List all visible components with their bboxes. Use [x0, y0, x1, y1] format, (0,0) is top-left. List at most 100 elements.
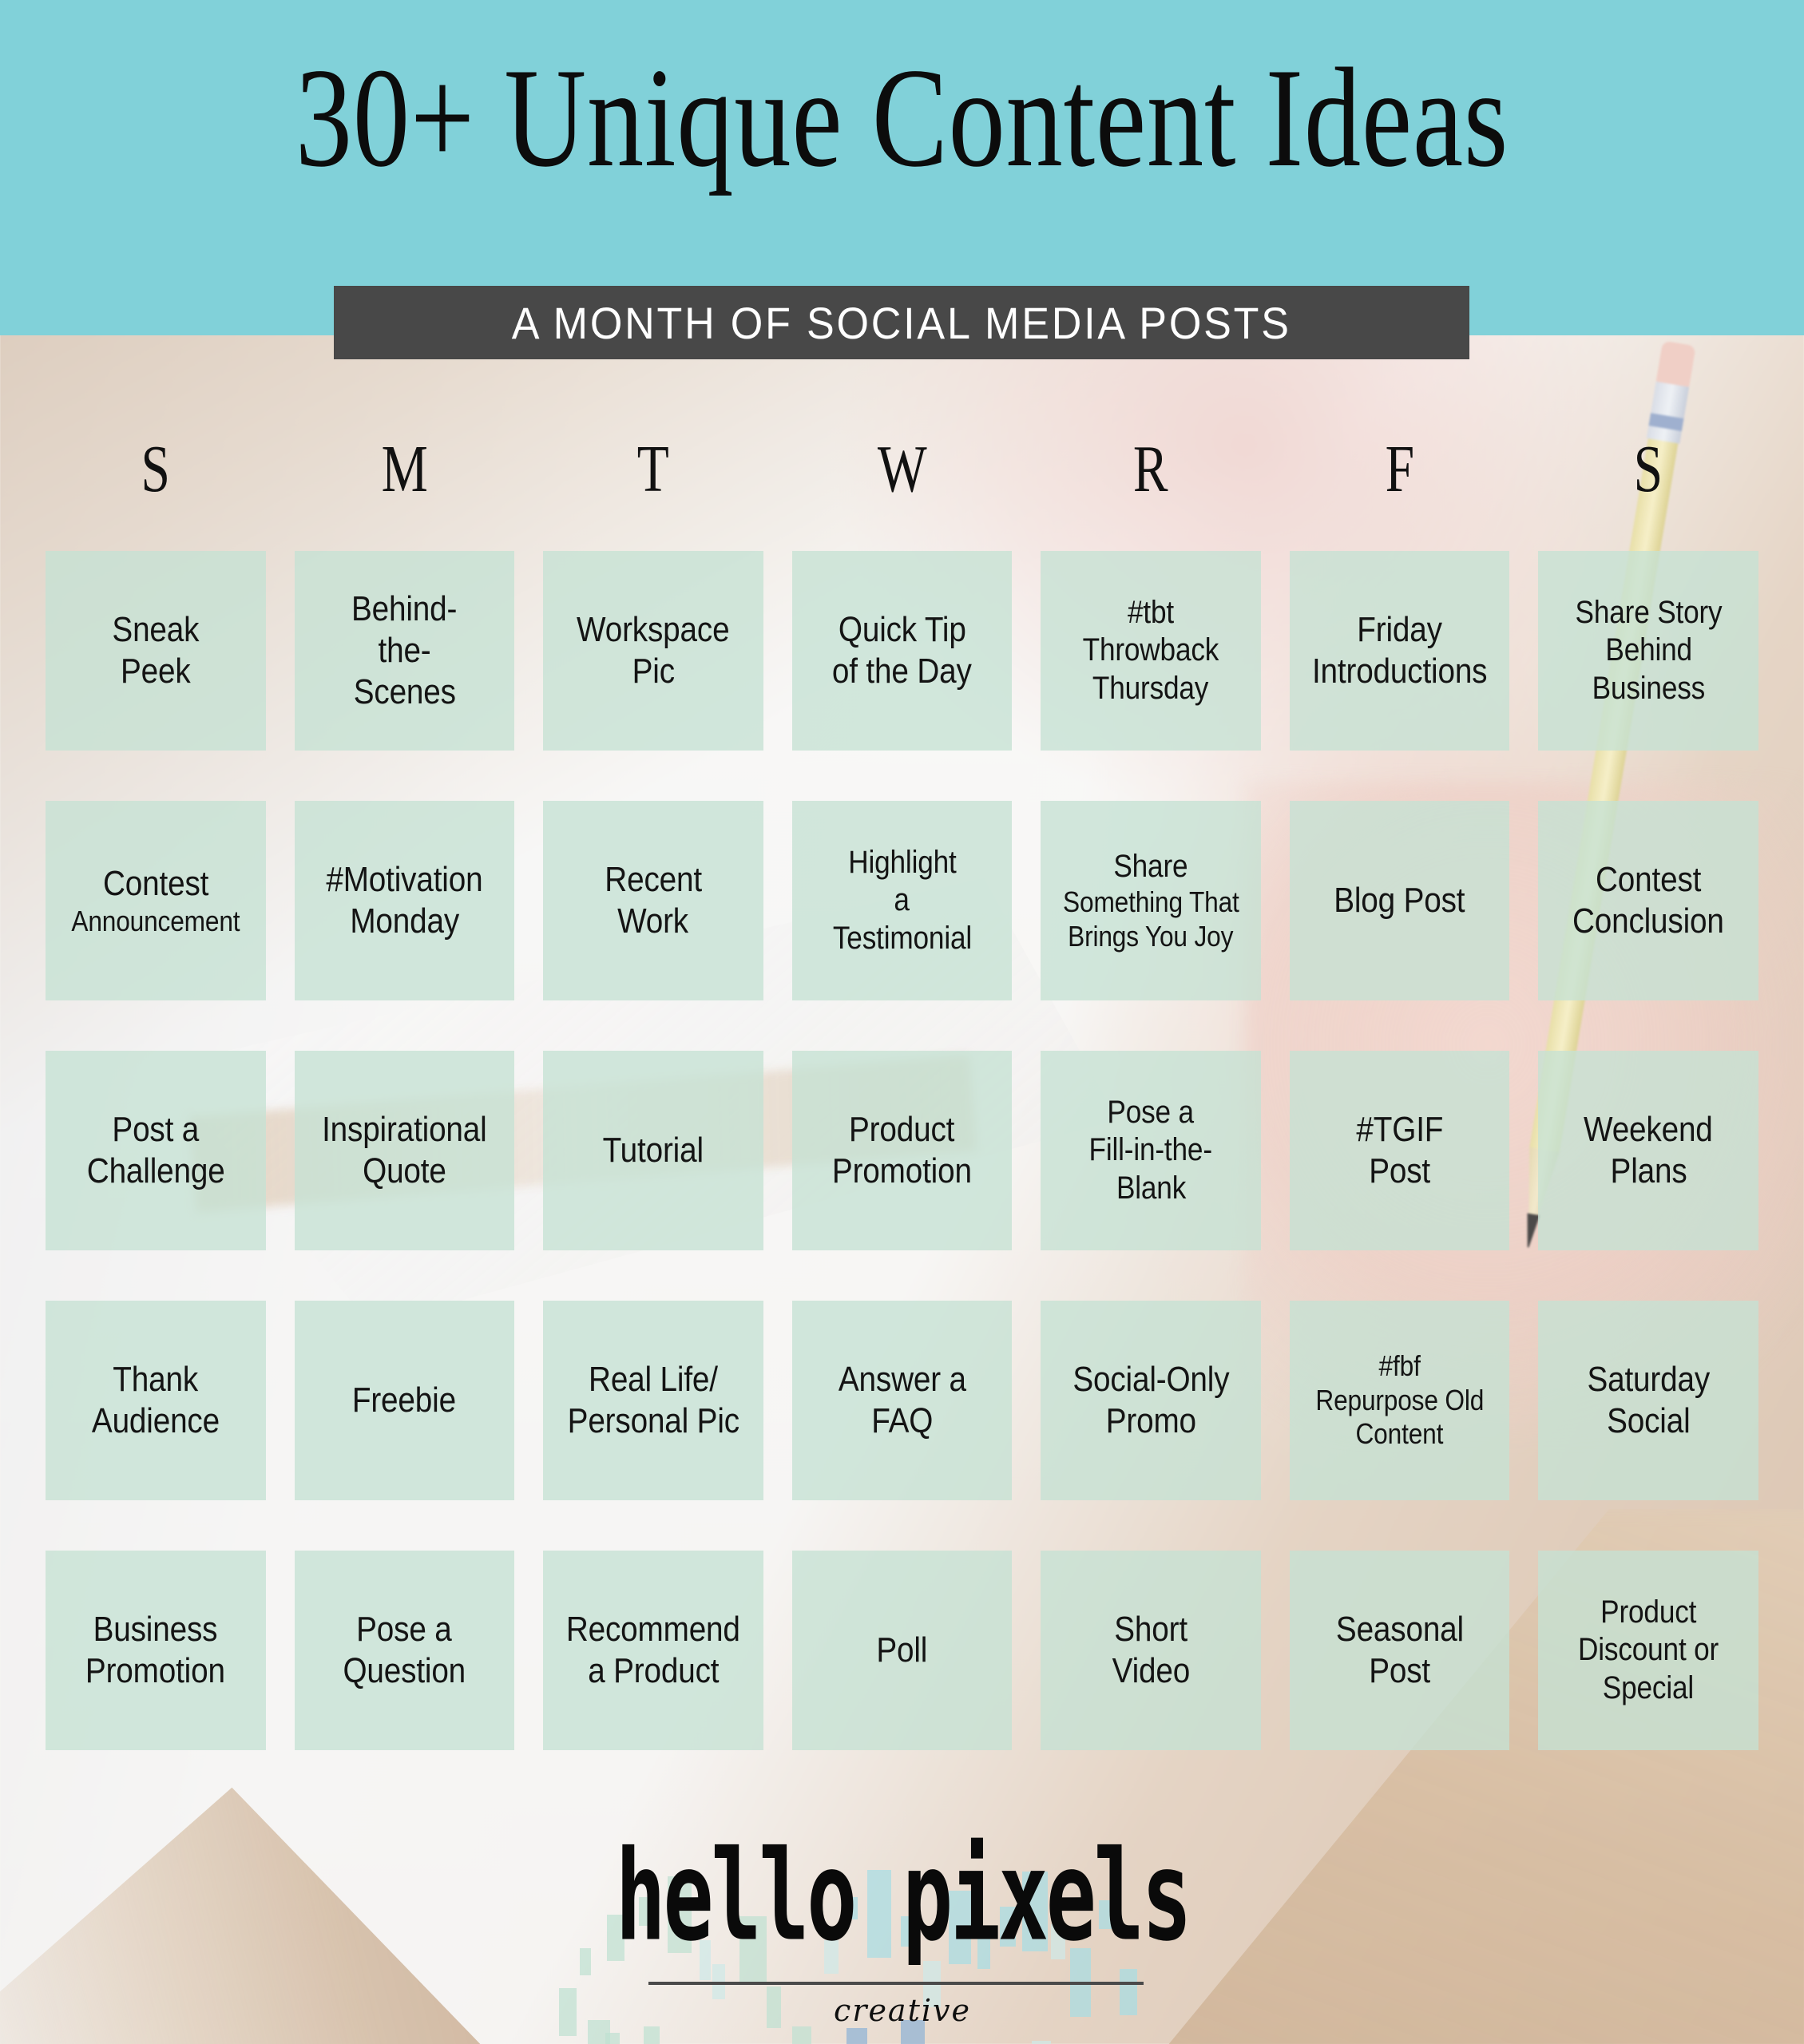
cell-text-line: Promotion: [85, 1651, 226, 1690]
cell-text-line: Post a: [112, 1110, 200, 1150]
cell-text-line: Throwback: [1082, 632, 1219, 668]
cell-text-line: Friday: [1357, 610, 1442, 650]
logo-tagline: creative: [834, 1993, 971, 2028]
calendar-cell[interactable]: Pose a Fill-in-the- Blank: [1041, 1051, 1261, 1250]
page-title: 30+ Unique Content Ideas: [295, 38, 1509, 196]
calendar-cell[interactable]: Post a Challenge: [46, 1051, 266, 1250]
calendar-cell[interactable]: Social-Only Promo: [1041, 1301, 1261, 1500]
cell-text-line: Post: [1369, 1651, 1431, 1690]
cell-text-line: Announcement: [71, 904, 240, 937]
calendar-cell[interactable]: Business Promotion: [46, 1551, 266, 1750]
cell-text-line: Product: [849, 1110, 955, 1150]
cell-text-line: Post: [1369, 1151, 1431, 1190]
cell-text-line: Video: [1112, 1651, 1190, 1690]
calendar-cell[interactable]: Product Promotion: [791, 1051, 1013, 1250]
cell-text-line: Business: [1592, 670, 1705, 706]
cell-text-line: Promo: [1105, 1401, 1196, 1440]
cell-text-line: Thursday: [1092, 670, 1209, 706]
cell-text-line: Freebie: [352, 1380, 457, 1420]
calendar-cell[interactable]: Share Something That Brings You Joy: [1041, 801, 1261, 1000]
cell-text-line: Recent: [605, 860, 702, 900]
cell-text-line: Repurpose Old: [1315, 1383, 1485, 1416]
cell-text-line: Quote: [363, 1151, 446, 1190]
calendar-cell[interactable]: Contest Conclusion: [1538, 801, 1758, 1000]
calendar-cell[interactable]: Sneak Peek: [46, 551, 266, 751]
cell-text-line: Behind-: [351, 589, 458, 629]
cell-text-line: Answer a: [838, 1360, 966, 1400]
cell-text-line: Inspirational: [322, 1110, 487, 1150]
cell-text-line: Scenes: [353, 671, 456, 711]
cell-text-line: Poll: [876, 1630, 928, 1670]
calendar-grid: Sneak Peek Behind-the- Scenes Workspace Pic Qu…: [46, 551, 1758, 1750]
brand-logo: hello pixels creative: [511, 1820, 1294, 2044]
cell-text-line: FAQ: [871, 1401, 933, 1440]
calendar-cell[interactable]: Quick Tip of the Day: [791, 551, 1013, 751]
cell-text-line: Sneak: [112, 610, 200, 650]
cell-text-line: Product: [1600, 1594, 1697, 1630]
calendar-cell[interactable]: Answer a FAQ: [791, 1301, 1013, 1500]
subtitle-text: A MONTH OF SOCIAL MEDIA POSTS: [511, 297, 1292, 348]
calendar-cell[interactable]: #tbt Throwback Thursday: [1041, 551, 1261, 751]
cell-text-line: Plans: [1610, 1151, 1687, 1190]
calendar-cell[interactable]: #TGIF Post: [1289, 1051, 1510, 1250]
cell-text-line: Social: [1607, 1401, 1691, 1440]
pixel-square-icon: [605, 2033, 620, 2044]
day-header-0: S: [141, 432, 171, 506]
logo-wordmark: hello pixels: [615, 1824, 1192, 1970]
cell-text-line: Work: [617, 901, 689, 941]
calendar-cell[interactable]: Contest Announcement: [46, 801, 266, 1000]
subtitle-bar: A MONTH OF SOCIAL MEDIA POSTS: [334, 286, 1469, 359]
pixel-square-icon: [846, 2028, 867, 2044]
calendar-cell[interactable]: Workspace Pic: [543, 551, 763, 751]
cell-text-line: Behind: [1604, 632, 1692, 668]
cell-text-line: Challenge: [86, 1151, 225, 1190]
cell-text-line: Brings You Joy: [1068, 919, 1234, 953]
cell-text-line: Pose a: [1107, 1095, 1195, 1131]
calendar-cell[interactable]: Freebie: [294, 1301, 515, 1500]
cell-text-line: Social-Only: [1072, 1360, 1230, 1400]
day-header-row: SMTWRFS: [46, 436, 1758, 524]
cell-text-line: Content: [1355, 1417, 1444, 1451]
calendar-cell[interactable]: Saturday Social: [1538, 1301, 1758, 1500]
calendar-cell[interactable]: Friday Introductions: [1289, 551, 1510, 751]
calendar-cell[interactable]: Share Story Behind Business: [1538, 551, 1758, 751]
calendar-cell[interactable]: Weekend Plans: [1538, 1051, 1758, 1250]
cell-text-line: Fill-in-the-: [1088, 1132, 1213, 1168]
day-header-1: M: [381, 432, 428, 506]
calendar-cell[interactable]: Thank Audience: [46, 1301, 266, 1500]
cell-text-line: Special: [1603, 1670, 1695, 1705]
calendar-cell[interactable]: #Motivation Monday: [294, 801, 515, 1000]
calendar-cell[interactable]: Pose a Question: [294, 1551, 515, 1750]
cell-text-line: #TGIF: [1356, 1110, 1444, 1150]
calendar-cell[interactable]: Blog Post: [1289, 801, 1510, 1000]
calendar-cell[interactable]: Tutorial: [543, 1051, 763, 1250]
cell-text-line: Real Life/: [589, 1360, 718, 1400]
day-header-6: S: [1633, 432, 1663, 506]
day-header-5: F: [1385, 432, 1414, 506]
day-header-4: R: [1133, 432, 1168, 506]
day-header-2: T: [636, 432, 669, 506]
cell-text-line: a: [894, 882, 910, 918]
logo-divider: [648, 1982, 1144, 1985]
cell-text-line: Share: [1113, 848, 1188, 884]
pixel-square-icon: [1032, 2041, 1051, 2044]
calendar-cell[interactable]: Recent Work: [543, 801, 763, 1000]
infographic-page: 30+ Unique Content Ideas A MONTH OF SOCI…: [0, 0, 1804, 2044]
calendar-cell[interactable]: Behind-the- Scenes: [294, 551, 515, 751]
cell-text-line: Pic: [632, 652, 675, 691]
cell-text-line: Discount or: [1578, 1632, 1719, 1668]
cell-text-line: Promotion: [832, 1151, 972, 1190]
calendar-cell[interactable]: #fbf Repurpose Old Content: [1289, 1301, 1510, 1500]
calendar-cell[interactable]: Recommend a Product: [543, 1551, 763, 1750]
cell-text-line: #fbf: [1378, 1349, 1421, 1383]
calendar-cell[interactable]: Real Life/Personal Pic: [543, 1301, 763, 1500]
calendar-cell[interactable]: Short Video: [1041, 1551, 1261, 1750]
calendar-cell[interactable]: Highlight a Testimonial: [791, 801, 1013, 1000]
calendar-cell[interactable]: Product Discount or Special: [1538, 1551, 1758, 1750]
cell-text-line: Introductions: [1311, 652, 1488, 691]
calendar-cell[interactable]: Seasonal Post: [1289, 1551, 1510, 1750]
cell-text-line: Saturday: [1587, 1360, 1710, 1400]
calendar-cell[interactable]: Poll: [791, 1551, 1013, 1750]
calendar-cell[interactable]: Inspirational Quote: [294, 1051, 515, 1250]
cell-text-line: Highlight: [847, 845, 957, 881]
